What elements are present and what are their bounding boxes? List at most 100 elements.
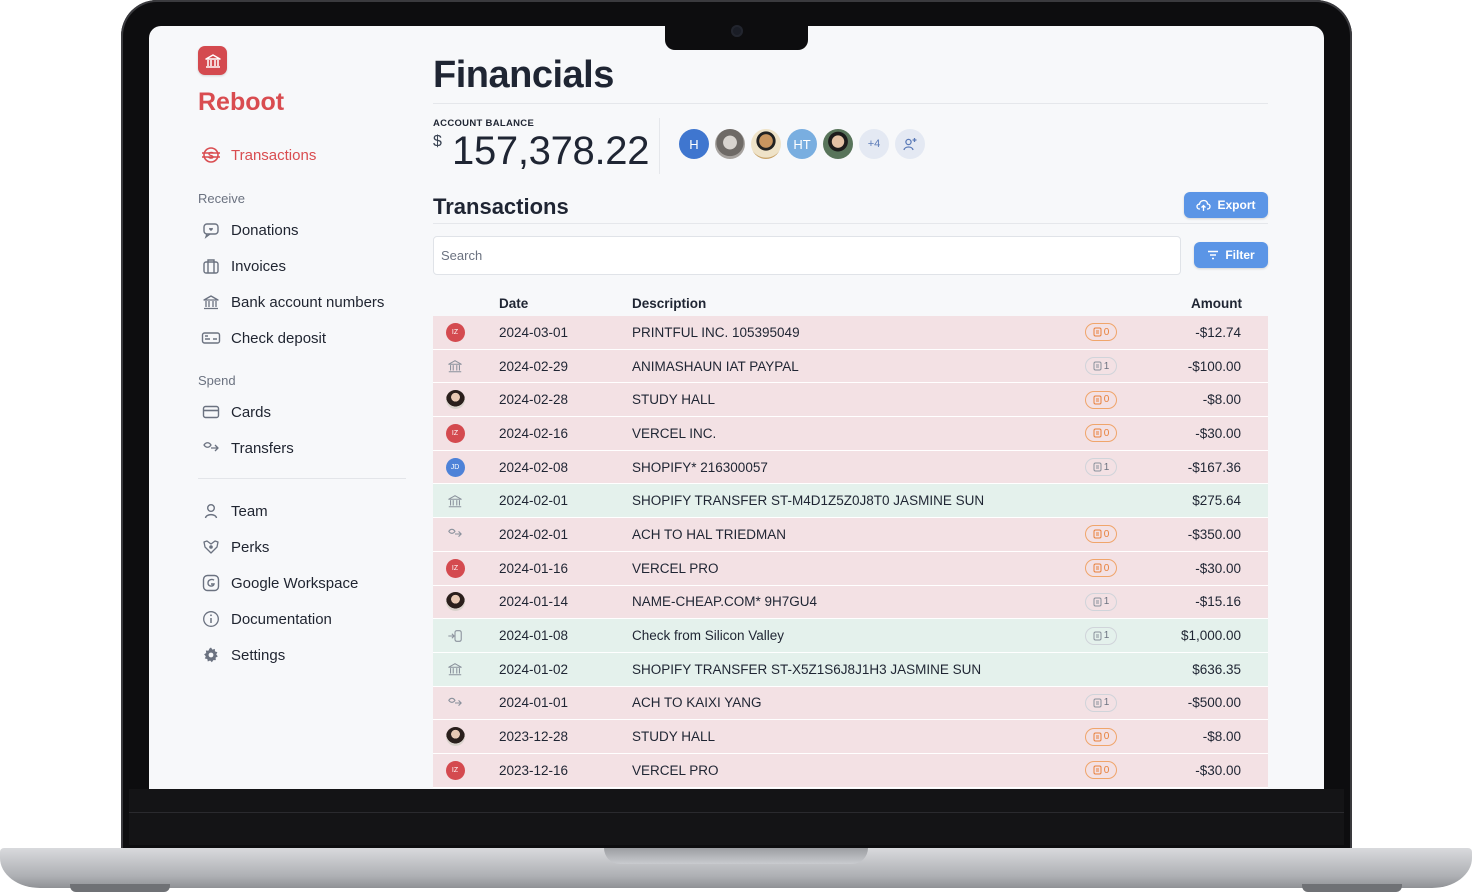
transaction-description: NAME-CHEAP.COM* 9H7GU4 (632, 594, 818, 610)
transaction-amount: -$100.00 (1187, 358, 1241, 374)
app-screen: Reboot Transactions Receive Donations In… (149, 26, 1324, 789)
transaction-date: 2024-03-01 (499, 324, 569, 340)
avatar[interactable]: H (679, 129, 709, 159)
receipt-badge[interactable]: 1 (1085, 592, 1117, 611)
receipt-count: 1 (1103, 461, 1110, 473)
receipt-badge[interactable]: 0 (1085, 323, 1117, 342)
table-row[interactable]: 2023-12-28 STUDY HALL 0 -$8.00 (433, 720, 1268, 754)
transaction-description: Check from Silicon Valley (632, 628, 785, 644)
sidebar-item-label: Documentation (231, 610, 332, 628)
avatar-initials: IZ (445, 558, 465, 578)
more-members-badge[interactable]: +4 (859, 129, 889, 159)
transaction-amount: -$30.00 (1195, 762, 1241, 778)
receipt-badge[interactable]: 1 (1085, 458, 1117, 477)
transaction-description: ACH TO HAL TRIEDMAN (632, 526, 787, 542)
table-row[interactable]: JD 2024-02-08 SHOPIFY* 216300057 1 -$167.36 (433, 450, 1268, 485)
receipt-badge[interactable]: 0 (1085, 761, 1117, 780)
sidebar-item-google-workspace[interactable]: Google Workspace (201, 571, 358, 595)
receipt-badge[interactable]: 0 (1085, 390, 1117, 409)
sidebar-divider (198, 478, 406, 479)
avatar[interactable] (751, 129, 781, 159)
receipt-count: 0 (1103, 394, 1110, 406)
balance-label: ACCOUNT BALANCE (433, 118, 535, 129)
sidebar-item-check-deposit[interactable]: Check deposit (201, 326, 326, 350)
sidebar-item-label: Bank account numbers (231, 293, 385, 311)
avatar-initials: IZ (445, 423, 465, 443)
add-member-button[interactable] (895, 129, 925, 159)
receipt-badge[interactable]: 1 (1085, 693, 1117, 712)
search-input[interactable] (433, 236, 1181, 275)
table-row[interactable]: 2024-01-08 Check from Silicon Valley 1 $1,0… (433, 619, 1268, 653)
receipt-icon (1093, 698, 1102, 708)
transaction-description: STUDY HALL (632, 729, 716, 745)
sidebar-item-transactions[interactable]: Transactions (201, 143, 316, 167)
receipt-icon (1093, 361, 1102, 371)
avatar (445, 592, 465, 612)
sidebar-item-label: Transactions (231, 146, 317, 164)
avatar[interactable]: HT (787, 129, 817, 159)
check-deposit-icon (201, 328, 221, 348)
table-row[interactable]: 2024-01-02 SHOPIFY TRANSFER ST-X5Z1S6J8J1… (433, 652, 1268, 687)
transaction-amount: -$12.74 (1195, 324, 1241, 340)
more-members-count: +4 (867, 138, 881, 150)
sidebar-item-label: Cards (231, 403, 272, 421)
receipt-icon (1093, 327, 1102, 337)
receipt-badge[interactable]: 0 (1085, 727, 1117, 746)
filter-icon (1208, 250, 1219, 260)
table-row[interactable]: 2024-01-14 NAME-CHEAP.COM* 9H7GU4 1 -$15.16 (433, 585, 1268, 620)
receipt-badge[interactable]: 0 (1085, 424, 1117, 443)
table-row[interactable]: IZ 2024-01-16 VERCEL PRO 0 -$30.00 (433, 551, 1268, 586)
transaction-date: 2024-01-01 (499, 695, 569, 711)
sidebar-item-transfers[interactable]: Transfers (201, 436, 294, 460)
table-row[interactable]: 2024-02-01 ACH TO HAL TRIEDMAN 0 -$350.00 (433, 518, 1268, 552)
filter-label: Filter (1225, 248, 1255, 262)
table-row[interactable]: IZ 2024-02-16 VERCEL INC. 0 -$30.00 (433, 417, 1268, 451)
transaction-date: 2024-02-01 (499, 526, 569, 542)
table-row[interactable]: IZ 2023-12-16 VERCEL PRO 0 -$30.00 (433, 753, 1268, 788)
logo-icon[interactable] (198, 46, 227, 75)
export-label: Export (1217, 198, 1256, 212)
transaction-description: VERCEL INC. (632, 425, 717, 441)
avatar: IZ (445, 423, 465, 443)
receipt-icon (1093, 563, 1102, 573)
export-button[interactable]: Export (1184, 192, 1268, 218)
title-divider (433, 103, 1268, 104)
receipt-icon (1093, 765, 1102, 775)
transaction-date: 2024-01-16 (499, 560, 569, 576)
table-row[interactable]: IZ 2024-03-01 PRINTFUL INC. 105395049 0 -$12… (433, 316, 1268, 350)
receipt-badge[interactable]: 1 (1085, 357, 1117, 376)
column-header-date[interactable]: Date (499, 296, 528, 311)
brand-name[interactable]: Reboot (198, 88, 284, 117)
transaction-date: 2024-01-02 (499, 661, 569, 677)
sidebar-item-perks[interactable]: Perks (201, 535, 269, 559)
avatar[interactable] (715, 129, 745, 159)
table-row[interactable]: 2024-02-28 STUDY HALL 0 -$8.00 (433, 383, 1268, 418)
laptop-opening-notch (604, 848, 868, 864)
avatar[interactable] (823, 129, 853, 159)
receipt-count: 0 (1103, 528, 1110, 540)
table-row[interactable]: 2024-02-01 SHOPIFY TRANSFER ST-M4D1Z5Z0J8… (433, 484, 1268, 519)
transaction-date: 2024-02-08 (499, 459, 569, 475)
filter-button[interactable]: Filter (1194, 242, 1268, 268)
sidebar-item-donations[interactable]: Donations (201, 218, 299, 242)
column-header-description[interactable]: Description (632, 296, 706, 311)
transactions-heading: Transactions (433, 194, 569, 219)
sidebar-item-team[interactable]: Team (201, 499, 268, 523)
transaction-description: STUDY HALL (632, 392, 716, 408)
sidebar-item-documentation[interactable]: Documentation (201, 607, 332, 631)
transaction-date: 2024-02-01 (499, 493, 569, 509)
section-label-spend: Spend (198, 373, 236, 388)
receipt-badge[interactable]: 0 (1085, 559, 1117, 578)
table-row[interactable]: 2024-02-29 ANIMASHAUN IAT PAYPAL 1 -$100.00 (433, 349, 1268, 384)
column-header-amount[interactable]: Amount (1191, 296, 1242, 311)
transaction-amount: -$15.16 (1195, 594, 1241, 610)
table-row[interactable]: 2024-01-01 ACH TO KAIXI YANG 1 -$500.00 (433, 686, 1268, 721)
sidebar-item-settings[interactable]: Settings (201, 643, 285, 667)
receipt-badge[interactable]: 0 (1085, 525, 1117, 544)
receipt-icon (1093, 529, 1102, 539)
sidebar-item-bank-account-numbers[interactable]: Bank account numbers (201, 290, 384, 314)
transaction-description: PRINTFUL INC. 105395049 (632, 324, 800, 340)
receipt-badge[interactable]: 1 (1085, 626, 1117, 645)
sidebar-item-cards[interactable]: Cards (201, 400, 271, 424)
sidebar-item-invoices[interactable]: Invoices (201, 254, 286, 278)
